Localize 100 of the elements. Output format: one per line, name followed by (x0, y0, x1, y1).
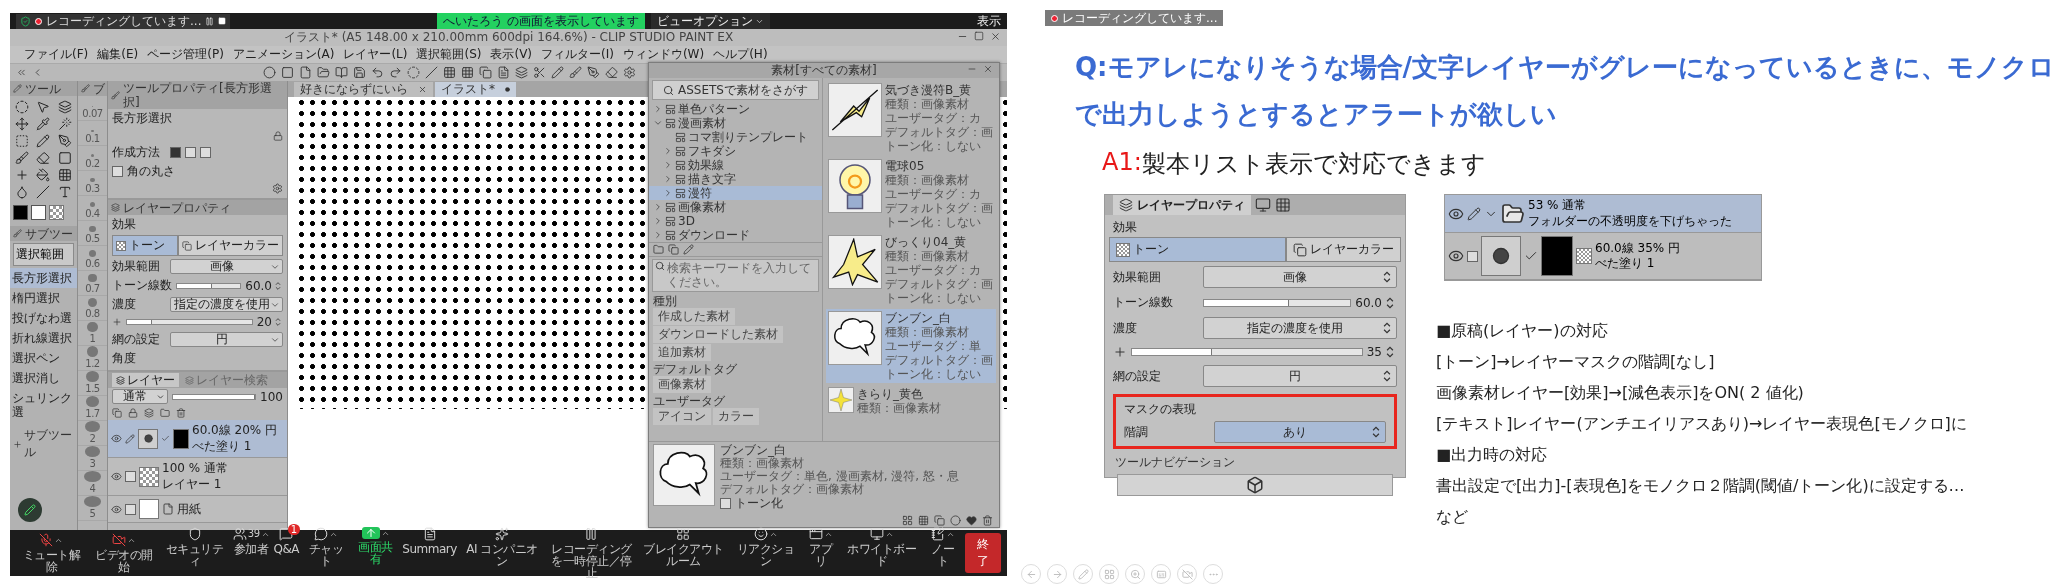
brush-size-item[interactable]: 2 (78, 421, 107, 446)
tag[interactable]: ダウンロードした素材 (653, 326, 783, 343)
menu-item[interactable]: 選択範囲(S) (416, 46, 482, 63)
menu-item[interactable]: ヘルプ(H) (713, 46, 768, 63)
toolbar-button[interactable]: Q&A 1 (272, 527, 301, 555)
subtool-item[interactable]: シュリンク選 (10, 388, 77, 422)
tab[interactable]: レイヤーカラー (1286, 237, 1401, 262)
tab[interactable]: トーン (112, 235, 178, 256)
tag[interactable]: 画像素材 (653, 376, 711, 393)
menu-item[interactable]: アニメーション(A) (232, 46, 335, 63)
panel-tab[interactable]: ブ (78, 81, 107, 96)
panel-tab[interactable]: ツールプロパティ[長方形選択] (108, 81, 287, 109)
menu-item[interactable]: ファイル(F) (24, 46, 89, 63)
document-tab[interactable]: 好きにならずにいら (294, 82, 433, 97)
number-field[interactable]: 60.0 (1355, 295, 1397, 310)
number-field[interactable]: 35 (1366, 345, 1397, 359)
layer-row[interactable]: 60.0線 35% 円 べた塗り 1 (1445, 233, 1761, 281)
panel-tab[interactable]: ツール (10, 81, 77, 96)
dropdown[interactable]: あり (1214, 421, 1386, 443)
brush-size-item[interactable]: 0.7 (78, 271, 107, 296)
subtool-item[interactable]: 投げなわ選 (10, 308, 77, 328)
opacity-field[interactable]: 100 (260, 389, 283, 404)
tree-item[interactable]: 画像素材 (649, 200, 822, 214)
end-button[interactable]: 終了 (965, 533, 1001, 573)
tree-item[interactable]: ダウンロード (649, 228, 822, 242)
tab[interactable]: トーン (1109, 237, 1286, 262)
toolbar-button[interactable]: AI コンパニオン (459, 527, 545, 567)
dropdown[interactable]: 円 (1203, 365, 1397, 387)
brush-size-item[interactable]: 0.07 (78, 96, 107, 121)
toolbar-button[interactable]: ビデオの開始 (88, 533, 160, 573)
dropdown[interactable]: 指定の濃度を使用 (1203, 317, 1397, 339)
tab[interactable]: レイヤー (112, 373, 179, 387)
brush-size-item[interactable]: 0.6 (78, 246, 107, 271)
menu-item[interactable]: ページ管理(P) (147, 46, 224, 63)
brush-size-item[interactable]: 3 (78, 446, 107, 471)
panel-tab[interactable]: レイヤープロパティ (108, 200, 287, 215)
brush-size-item[interactable]: 1.5 (78, 371, 107, 396)
brush-size-item[interactable]: 1.2 (78, 346, 107, 371)
toolbar-button[interactable]: ノート (924, 527, 962, 567)
layer-row[interactable]: 53 % 通常 フォルダーの不透明度を下げちゃった (1445, 195, 1761, 234)
view-options-button[interactable]: ビューオプション (651, 13, 771, 29)
layer-row[interactable]: 60.0線 20% 円 べた塗り 1 (108, 420, 287, 459)
layer-row[interactable]: 用紙 (108, 496, 287, 524)
blend-mode-dropdown[interactable]: 通常 (112, 389, 168, 404)
tab[interactable]: レイヤーカラー (178, 235, 283, 256)
add-subtool-button[interactable]: サブツール (10, 422, 77, 466)
dropdown[interactable]: 画像 (1203, 266, 1397, 288)
toolbar-button[interactable]: ブレイクアウトルーム (638, 527, 729, 567)
brush-size-item[interactable]: 0.1 (78, 121, 107, 146)
number-field[interactable]: 60.0 (245, 278, 283, 293)
dropdown[interactable]: 画像 (170, 259, 283, 274)
brush-size-item[interactable]: 0.2 (78, 146, 107, 171)
subtool-item[interactable]: 楕円選択 (10, 288, 77, 308)
assets-button[interactable]: ASSETSで素材をさがす (652, 80, 819, 100)
tree-item[interactable]: 3D (649, 214, 822, 228)
number-field[interactable]: 20 (256, 315, 283, 329)
toolbar-button[interactable]: アプリ (802, 527, 839, 567)
tag[interactable]: カラー (713, 408, 759, 425)
display-button[interactable]: 表示 (977, 12, 1001, 30)
brush-size-item[interactable]: 0.8 (78, 296, 107, 321)
menu-item[interactable]: レイヤー(L) (343, 46, 408, 63)
toolbar-button[interactable]: 画面共有 (351, 527, 400, 565)
brush-size-item[interactable]: 0.3 (78, 171, 107, 196)
tree-item[interactable]: 単色パターン (649, 102, 822, 116)
layer-row[interactable]: 100 % 通常 レイヤー 1 (108, 458, 287, 497)
toolbar-button[interactable]: ホワイトボード (841, 527, 923, 567)
tag[interactable]: アイコン (653, 408, 711, 425)
menu-item[interactable]: ウィンドウ(W) (622, 46, 705, 63)
toolbar-button[interactable]: リアクション (730, 527, 801, 567)
search-field[interactable]: 検索キーワードを入力してください。 (652, 259, 819, 292)
material-item[interactable]: 気づき漫符B_黄 種類：画像素材 ユーザータグ：カ デフォルトタグ：画 トーン化：しない (826, 81, 996, 155)
brush-size-item[interactable]: 1 (78, 321, 107, 346)
dropdown[interactable]: 指定の濃度を使用 (170, 297, 283, 312)
tree-item[interactable]: 描き文字 (649, 172, 822, 186)
subtool-item[interactable]: 選択ペン (10, 348, 77, 368)
tree-item[interactable]: 漫画素材 (649, 116, 822, 130)
panel-tab[interactable]: サブツー (10, 226, 77, 241)
subtool-item[interactable]: 選択消し (10, 368, 77, 388)
menu-item[interactable]: 表示(V) (490, 46, 533, 63)
toolbar-button[interactable]: 39 参加者 (231, 527, 271, 555)
tag[interactable]: 追加素材 (653, 344, 711, 361)
material-item[interactable]: びっくり04_黄 種類：画像素材 ユーザータグ：カ デフォルトタグ：画 トーン化：しない (826, 233, 996, 307)
toolbar-button[interactable]: Summary (401, 527, 458, 555)
brush-size-item[interactable]: 0.5 (78, 221, 107, 246)
tree-item[interactable]: 効果線 (649, 158, 822, 172)
material-item[interactable]: きらり_黄色 種類：画像素材 (826, 385, 996, 417)
tree-item[interactable]: コマ割りテンプレート (649, 130, 822, 144)
subtool-item[interactable]: 折れ線選択 (10, 328, 77, 348)
menu-item[interactable]: フィルター(I) (541, 46, 614, 63)
subtool-item[interactable]: 長方形選択 (10, 268, 77, 288)
brush-size-item[interactable]: 0.4 (78, 196, 107, 221)
tree-item[interactable]: 漫符 (649, 186, 822, 200)
brush-size-item[interactable]: 4 (78, 471, 107, 496)
brush-size-item[interactable]: 1.7 (78, 396, 107, 421)
brush-size-item[interactable]: 5 (78, 496, 107, 521)
menu-item[interactable]: 編集(E) (97, 46, 139, 63)
tag[interactable]: 作成した素材 (653, 308, 735, 325)
toolbar-button[interactable]: セキュリティ (159, 527, 230, 567)
toolbar-button[interactable]: ミュート解除 (16, 533, 87, 573)
material-item[interactable]: 電球05 種類：画像素材 ユーザータグ：カ デフォルトタグ：画 トーン化：しない (826, 157, 996, 231)
